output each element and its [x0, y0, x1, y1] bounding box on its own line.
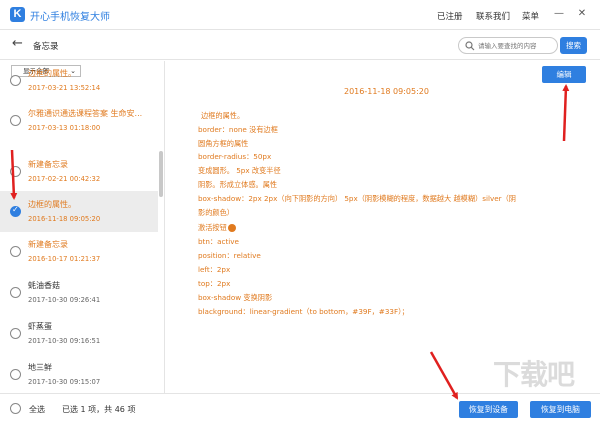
- arrow-to-edit-button: [562, 84, 570, 142]
- arrow-to-restore-button: [429, 351, 459, 400]
- watermark-logo: 下载吧: [493, 358, 575, 391]
- arrow-to-selected-item: [10, 149, 18, 200]
